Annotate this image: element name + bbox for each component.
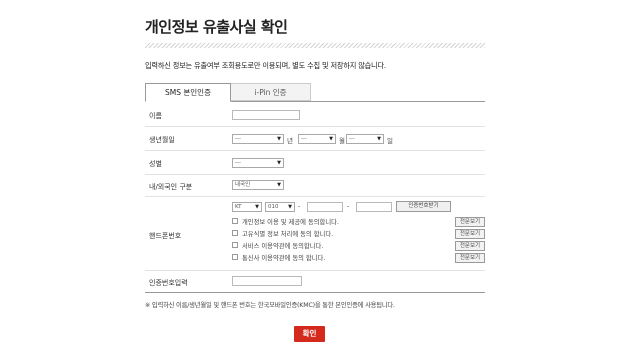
- title-divider: [145, 43, 485, 48]
- intro-text: 입력하신 정보는 유출여부 조회용도로만 이용되며, 별도 수집 및 저장하지 …: [145, 61, 386, 70]
- agreement-item: 고유식별 정보 처리에 동의 합니다. 전문보기: [232, 229, 485, 239]
- page-title: 개인정보 유출사실 확인: [145, 18, 288, 36]
- code-label: 인증번호입력: [149, 279, 188, 287]
- view-terms-button[interactable]: 전문보기: [455, 217, 485, 227]
- send-code-button[interactable]: 인증번호받기: [396, 201, 451, 212]
- agreement-item: 서비스 이용약관에 동의합니다. 전문보기: [232, 241, 485, 251]
- name-row: 이름: [145, 102, 485, 127]
- chevron-down-icon: ▼: [277, 136, 281, 142]
- agreement-label: 고유식별 정보 처리에 동의 합니다.: [242, 231, 334, 238]
- agreement-label: 통신사 이용약관에 동의 합니다.: [242, 255, 326, 262]
- carrier-select[interactable]: KT ▼: [232, 202, 262, 212]
- tab-sms-auth[interactable]: SMS 본인인증: [145, 83, 231, 102]
- checkbox-icon[interactable]: [232, 218, 238, 224]
- phone-middle-input[interactable]: [307, 202, 343, 212]
- carrier-value: KT: [235, 204, 242, 210]
- phone-prefix-value: 010: [268, 204, 279, 210]
- phone-prefix-select[interactable]: 010 ▼: [265, 202, 295, 212]
- birth-month-value: ---: [301, 136, 307, 142]
- agreement-label: 개인정보 이용 및 제공에 동의합니다.: [242, 219, 339, 226]
- agreement-item: 개인정보 이용 및 제공에 동의합니다. 전문보기: [232, 217, 485, 227]
- nationality-row: 내/외국인 구분 내국인 ▼: [145, 174, 485, 197]
- code-row: 인증번호입력: [145, 270, 485, 293]
- chevron-down-icon: ▼: [329, 136, 333, 142]
- phone-label: 핸드폰번호: [149, 232, 182, 240]
- view-terms-button[interactable]: 전문보기: [455, 253, 485, 263]
- auth-tabs: SMS 본인인증 i-Pin 인증: [145, 83, 485, 102]
- birth-row: 생년월일 --- ▼ 년 --- ▼ 월 --- ▼ 일: [145, 126, 485, 151]
- privacy-note: ※ 입력하신 이름/생년월일 및 핸드폰 번호는 한국모바일인증(KMC)을 통…: [145, 302, 395, 309]
- nationality-select[interactable]: 내국인 ▼: [232, 180, 284, 190]
- gender-row: 성별 --- ▼: [145, 150, 485, 175]
- name-label: 이름: [149, 112, 162, 120]
- chevron-down-icon: ▼: [255, 204, 259, 210]
- birth-day-select[interactable]: --- ▼: [346, 134, 384, 144]
- nationality-value: 내국인: [235, 182, 251, 188]
- checkbox-icon[interactable]: [232, 242, 238, 248]
- agreement-item: 통신사 이용약관에 동의 합니다. 전문보기: [232, 253, 485, 263]
- checkbox-icon[interactable]: [232, 254, 238, 260]
- gender-select[interactable]: --- ▼: [232, 158, 284, 168]
- phone-dash-1: -: [298, 202, 301, 210]
- year-unit: 년: [287, 137, 293, 145]
- birth-month-select[interactable]: --- ▼: [298, 134, 336, 144]
- code-input[interactable]: [232, 276, 302, 286]
- chevron-down-icon: ▼: [288, 204, 292, 210]
- gender-label: 성별: [149, 160, 162, 168]
- birth-year-value: ---: [235, 136, 241, 142]
- day-unit: 일: [387, 137, 393, 145]
- birth-label: 생년월일: [149, 136, 175, 144]
- view-terms-button[interactable]: 전문보기: [455, 241, 485, 251]
- checkbox-icon[interactable]: [232, 230, 238, 236]
- tab-ipin-auth[interactable]: i-Pin 인증: [231, 83, 311, 101]
- phone-row: 핸드폰번호 KT ▼ 010 ▼ - - 인증번호받기 개인정보 이용 및 제공에 …: [145, 196, 485, 271]
- view-terms-button[interactable]: 전문보기: [455, 229, 485, 239]
- birth-year-select[interactable]: --- ▼: [232, 134, 284, 144]
- gender-value: ---: [235, 160, 241, 166]
- name-input[interactable]: [232, 110, 300, 120]
- phone-last-input[interactable]: [356, 202, 392, 212]
- confirm-button[interactable]: 확인: [294, 326, 325, 342]
- chevron-down-icon: ▼: [377, 136, 381, 142]
- nationality-label: 내/외국인 구분: [149, 183, 193, 191]
- month-unit: 월: [339, 137, 345, 145]
- agreement-label: 서비스 이용약관에 동의합니다.: [242, 243, 324, 250]
- phone-dash-2: -: [347, 202, 350, 210]
- chevron-down-icon: ▼: [277, 182, 281, 188]
- chevron-down-icon: ▼: [277, 160, 281, 166]
- birth-day-value: ---: [349, 136, 355, 142]
